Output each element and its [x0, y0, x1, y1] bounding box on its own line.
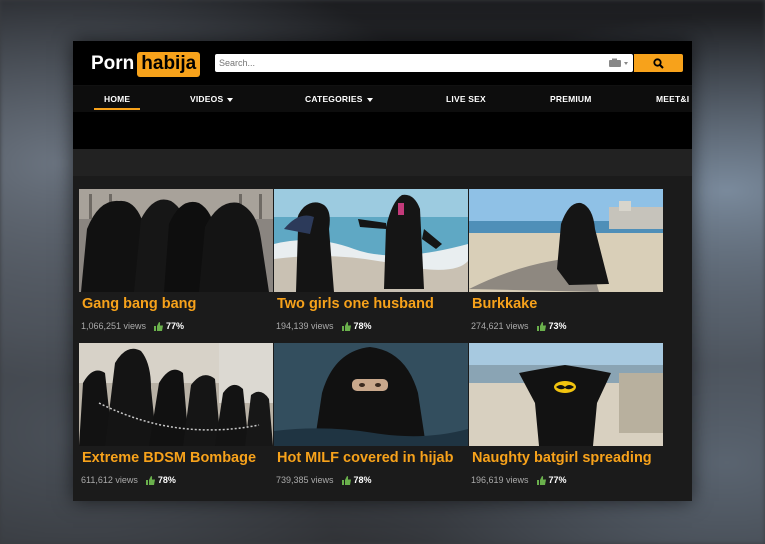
video-thumbnail[interactable]	[274, 189, 468, 292]
ad-banner-area	[73, 112, 692, 149]
nav-home-label: HOME	[104, 94, 131, 104]
rating-percent: 77%	[166, 321, 185, 331]
video-meta: 194,139 views 78%	[276, 321, 372, 331]
thumbs-up-icon	[341, 475, 351, 485]
nav-videos-label: VIDEOS	[190, 94, 224, 104]
video-card[interactable]: Naughty batgirl spreading 196,619 views …	[469, 343, 663, 485]
video-thumbnail[interactable]	[274, 343, 468, 446]
site-logo[interactable]: Porn habija	[91, 51, 201, 77]
video-card[interactable]: Gang bang bang 1,066,251 views 77%	[79, 189, 273, 331]
view-count: 194,139 views	[276, 321, 334, 331]
search-input[interactable]	[215, 54, 605, 72]
nav-meet-label: MEET&I	[656, 94, 690, 104]
video-card[interactable]: Extreme BDSM Bombage 611,612 views 78%	[79, 343, 273, 485]
browser-page: Porn habija HOME VIDEOS	[73, 41, 692, 501]
search-icon	[653, 57, 664, 69]
video-card[interactable]: Burkkake 274,621 views 73%	[469, 189, 663, 331]
nav-live-sex[interactable]: LIVE SEX	[446, 94, 486, 104]
view-count: 196,619 views	[471, 475, 529, 485]
nav-meet[interactable]: MEET&I	[656, 94, 689, 104]
video-card[interactable]: Two girls one husband 194,139 views 78%	[274, 189, 468, 331]
video-thumbnail[interactable]	[79, 343, 273, 446]
video-title[interactable]: Hot MILF covered in hijab	[277, 450, 453, 466]
nav-categories-label: CATEGORIES	[305, 94, 363, 104]
video-title[interactable]: Gang bang bang	[82, 296, 196, 312]
view-count: 739,385 views	[276, 475, 334, 485]
video-meta: 274,621 views 73%	[471, 321, 567, 331]
thumbs-up-icon	[154, 321, 164, 331]
video-title[interactable]: Burkkake	[472, 296, 537, 312]
logo-text-right: habija	[137, 51, 201, 77]
thumbs-up-icon	[145, 475, 155, 485]
main-nav: HOME VIDEOS CATEGORIES LIVE SEX PREMIUM …	[73, 85, 692, 112]
thumbs-up-icon	[341, 321, 351, 331]
video-thumbnail[interactable]	[469, 343, 663, 446]
view-count: 1,066,251 views	[81, 321, 147, 331]
site-header: Porn habija	[73, 41, 692, 85]
search-bar	[215, 54, 633, 72]
rating-percent: 78%	[157, 475, 176, 485]
thumbs-up-icon	[536, 321, 546, 331]
nav-premium[interactable]: PREMIUM	[550, 94, 592, 104]
nav-categories[interactable]: CATEGORIES	[305, 94, 373, 104]
video-title[interactable]: Naughty batgirl spreading	[472, 450, 652, 466]
search-button[interactable]	[634, 54, 683, 72]
video-meta: 196,619 views 77%	[471, 475, 567, 485]
video-thumbnail[interactable]	[79, 189, 273, 292]
video-meta: 1,066,251 views 77%	[81, 321, 184, 331]
video-title[interactable]: Two girls one husband	[277, 296, 434, 312]
nav-premium-label: PREMIUM	[550, 94, 592, 104]
rating-percent: 78%	[353, 321, 372, 331]
section-bar	[73, 149, 692, 176]
view-count: 611,612 views	[81, 475, 138, 485]
camera-icon[interactable]	[605, 56, 633, 70]
nav-live-sex-label: LIVE SEX	[446, 94, 486, 104]
video-thumbnail[interactable]	[469, 189, 663, 292]
video-meta: 739,385 views 78%	[276, 475, 372, 485]
video-meta: 611,612 views 78%	[81, 475, 176, 485]
rating-percent: 77%	[548, 475, 567, 485]
logo-text-left: Porn	[91, 53, 135, 74]
video-title[interactable]: Extreme BDSM Bombage	[82, 450, 256, 466]
nav-videos[interactable]: VIDEOS	[190, 94, 234, 104]
video-card[interactable]: Hot MILF covered in hijab 739,385 views …	[274, 343, 468, 485]
rating-percent: 78%	[353, 475, 372, 485]
view-count: 274,621 views	[471, 321, 529, 331]
rating-percent: 73%	[548, 321, 567, 331]
thumbs-up-icon	[536, 475, 546, 485]
chevron-down-icon	[227, 97, 234, 102]
nav-home[interactable]: HOME	[93, 94, 141, 110]
chevron-down-icon	[366, 97, 373, 102]
